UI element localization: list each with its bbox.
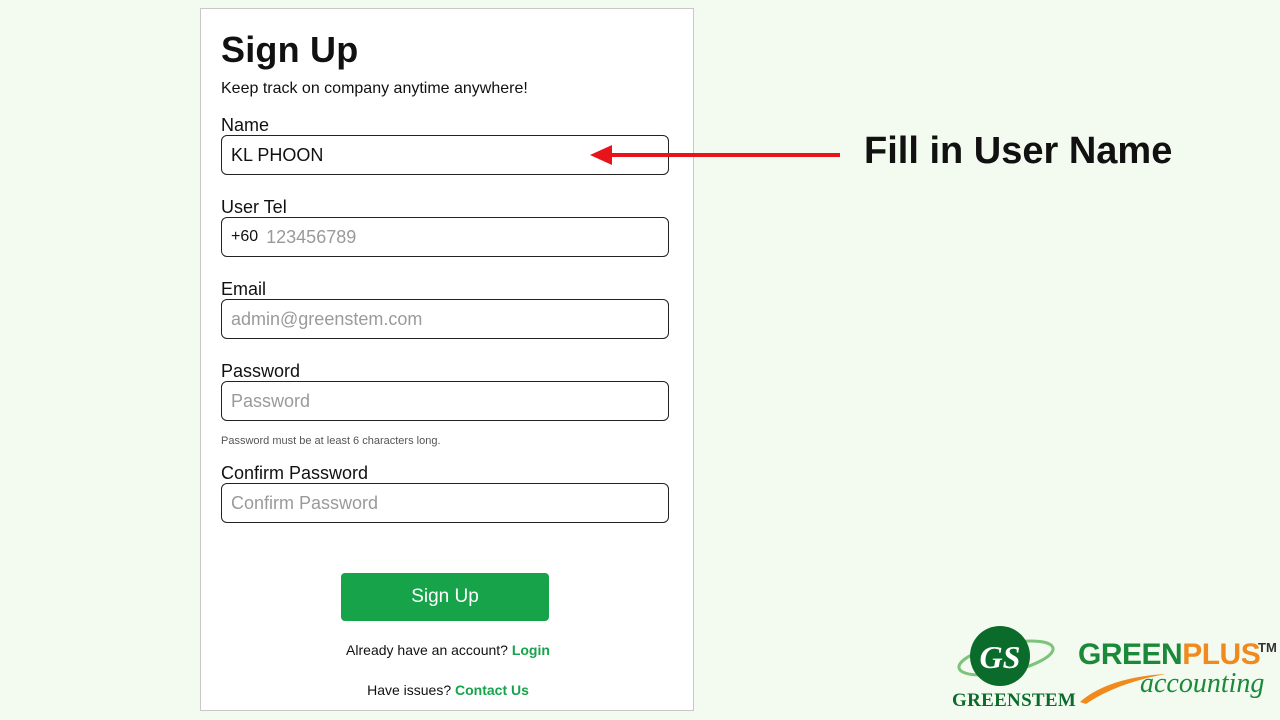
issues-prompt: Have issues? bbox=[367, 682, 452, 698]
password-label: Password bbox=[221, 361, 301, 381]
annotation-text: Fill in User Name bbox=[864, 130, 1173, 172]
tel-prefix: +60 bbox=[231, 228, 259, 245]
password-hint: Password must be at least 6 characters l… bbox=[221, 435, 441, 447]
password-input[interactable] bbox=[231, 390, 659, 412]
login-row: Already have an account? Login bbox=[201, 642, 695, 658]
greenstem-monogram: GS bbox=[980, 639, 1021, 675]
confirm-password-field[interactable] bbox=[221, 483, 669, 523]
email-input[interactable] bbox=[231, 308, 659, 330]
contact-row: Have issues? Contact Us bbox=[201, 682, 695, 698]
greenstem-wordmark: GREENSTEM bbox=[952, 690, 1077, 711]
greenplus-orange-text: PLUS bbox=[1182, 638, 1261, 671]
signup-card: Sign Up Keep track on company anytime an… bbox=[200, 8, 694, 711]
name-label: Name bbox=[221, 115, 270, 135]
login-prompt: Already have an account? bbox=[346, 642, 508, 658]
left-arrow-icon bbox=[590, 145, 840, 165]
accounting-wordmark: accounting bbox=[1140, 668, 1265, 699]
contact-us-link[interactable]: Contact Us bbox=[455, 682, 529, 698]
password-field[interactable] bbox=[221, 381, 669, 421]
email-label: Email bbox=[221, 279, 267, 299]
tel-field[interactable]: +60 bbox=[221, 217, 669, 257]
sign-up-button[interactable]: Sign Up bbox=[341, 573, 549, 621]
confirm-password-input[interactable] bbox=[231, 492, 659, 514]
page-title: Sign Up bbox=[221, 29, 359, 70]
email-field[interactable] bbox=[221, 299, 669, 339]
login-link[interactable]: Login bbox=[512, 642, 550, 658]
page-subtitle: Keep track on company anytime anywhere! bbox=[221, 80, 528, 97]
confirm-password-label: Confirm Password bbox=[221, 463, 369, 483]
trademark-mark: TM bbox=[1258, 640, 1277, 655]
tel-label: User Tel bbox=[221, 197, 287, 217]
tel-input[interactable] bbox=[266, 226, 659, 248]
